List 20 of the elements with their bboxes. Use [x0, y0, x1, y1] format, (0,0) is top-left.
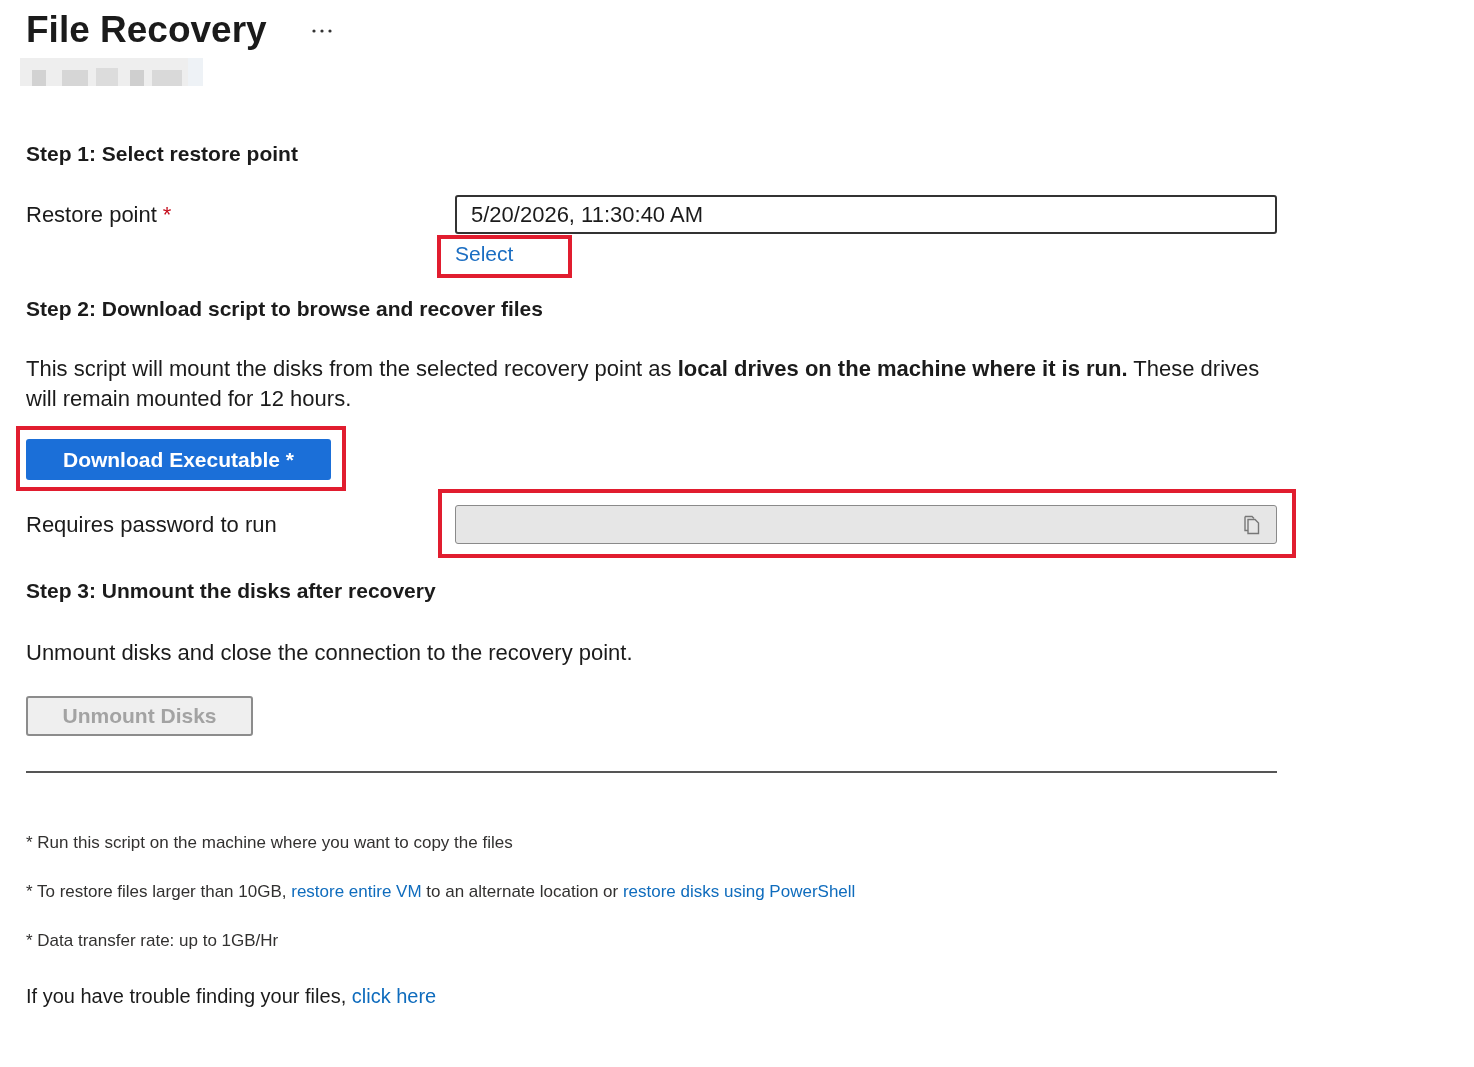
- footnote-text: * Run this script on the machine where you want to copy the files: [26, 831, 514, 854]
- step-heading: Step 1: Select restore point: [26, 141, 299, 167]
- description-text: Unmount disks and close the connection to the recovery point.: [26, 639, 634, 667]
- link[interactable]: click here: [351, 984, 437, 1007]
- required-mark: *: [162, 200, 172, 229]
- select-link[interactable]: Select: [455, 242, 514, 266]
- restore-point-field[interactable]: 5/20/2026, 11:30:40 AM: [455, 195, 1277, 234]
- step-heading: Step 2: Download script to browse and recover files: [26, 296, 544, 322]
- footnote-text: * Data transfer rate: up to 1GB/Hr: [26, 929, 280, 952]
- more-icon[interactable]: [311, 29, 332, 33]
- link[interactable]: restore entire VM: [291, 881, 422, 901]
- step-heading: Step 3: Unmount the disks after recovery: [26, 578, 437, 604]
- download-button[interactable]: Download Executable *: [26, 439, 331, 480]
- help-text: If you have trouble finding your files, click here: [26, 983, 438, 1009]
- footnote-text: * To restore files larger than 10GB, restore entire VM to an alternate location or restore disks using PowerShell: [26, 880, 857, 903]
- description-text: This script will mount the disks from the selected recovery point as local drives on the machine where it is run. These drives will remain mounted for 12 hours.: [26, 355, 1261, 413]
- link[interactable]: restore disks using PowerShell: [622, 881, 856, 901]
- field-label: Requires password to run: [26, 510, 278, 539]
- field-label: Restore point: [26, 200, 157, 229]
- page-title: File Recovery: [26, 8, 267, 52]
